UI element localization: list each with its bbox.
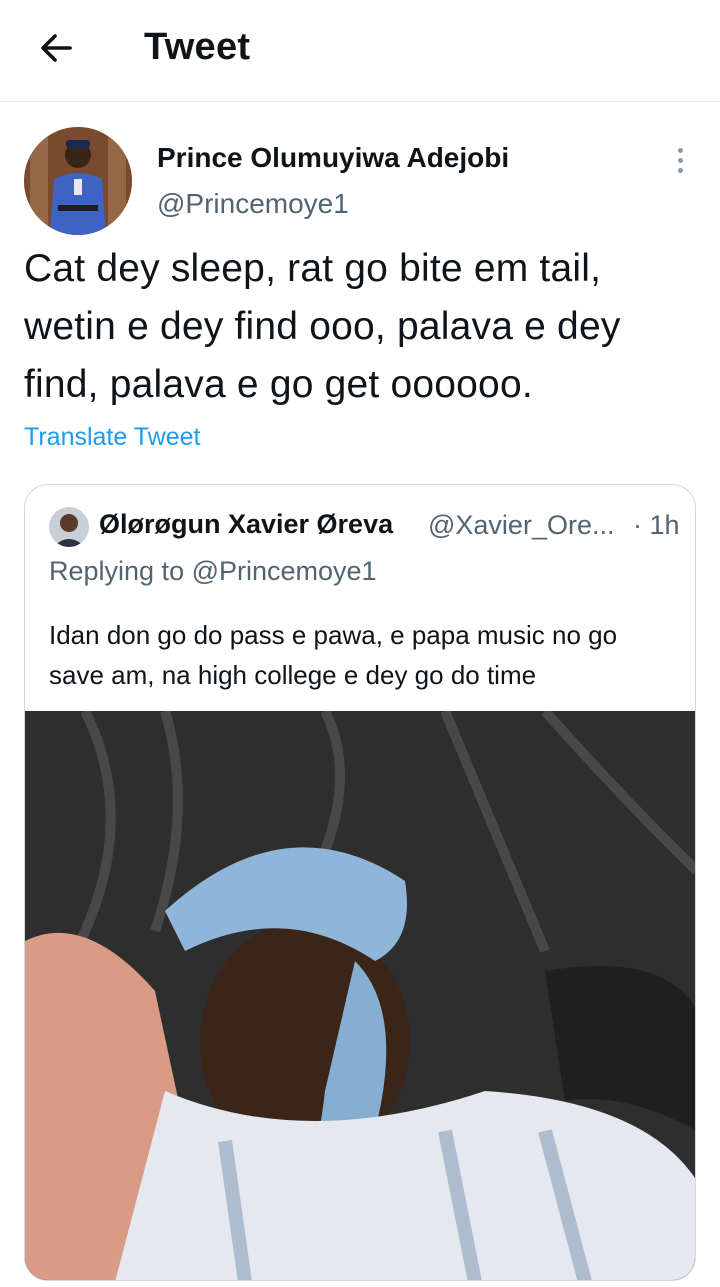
top-bar: Tweet bbox=[0, 0, 720, 102]
more-vertical-icon bbox=[677, 147, 683, 153]
quote-author-name: Ølørøgun Xavier Øreva bbox=[99, 509, 394, 539]
tweet-text: Cat dey sleep, rat go bite em tail, weti… bbox=[24, 247, 621, 406]
more-options-button[interactable] bbox=[664, 142, 696, 178]
quote-author-handle: @Xavier_Ore... bbox=[428, 510, 615, 540]
page-title: Tweet bbox=[144, 26, 251, 68]
author-name[interactable]: Prince Olumuyiwa Adejobi bbox=[157, 142, 509, 174]
quote-media-image[interactable] bbox=[25, 707, 695, 1280]
author-avatar[interactable] bbox=[24, 127, 132, 235]
back-button[interactable] bbox=[30, 22, 82, 74]
quote-text: Idan don go do pass e pawa, e papa music… bbox=[49, 620, 618, 690]
arrow-left-icon bbox=[41, 34, 72, 62]
replying-to: Replying to @Princemoye1 bbox=[49, 556, 377, 586]
quote-author-avatar bbox=[49, 507, 89, 547]
author-handle[interactable]: @Princemoye1 bbox=[157, 188, 349, 220]
translate-tweet-link[interactable]: Translate Tweet bbox=[24, 423, 200, 452]
quoted-tweet[interactable]: Ølørøgun Xavier Øreva @Xavier_Ore... · 1… bbox=[24, 484, 696, 1281]
quote-timestamp: · 1h bbox=[633, 510, 680, 540]
